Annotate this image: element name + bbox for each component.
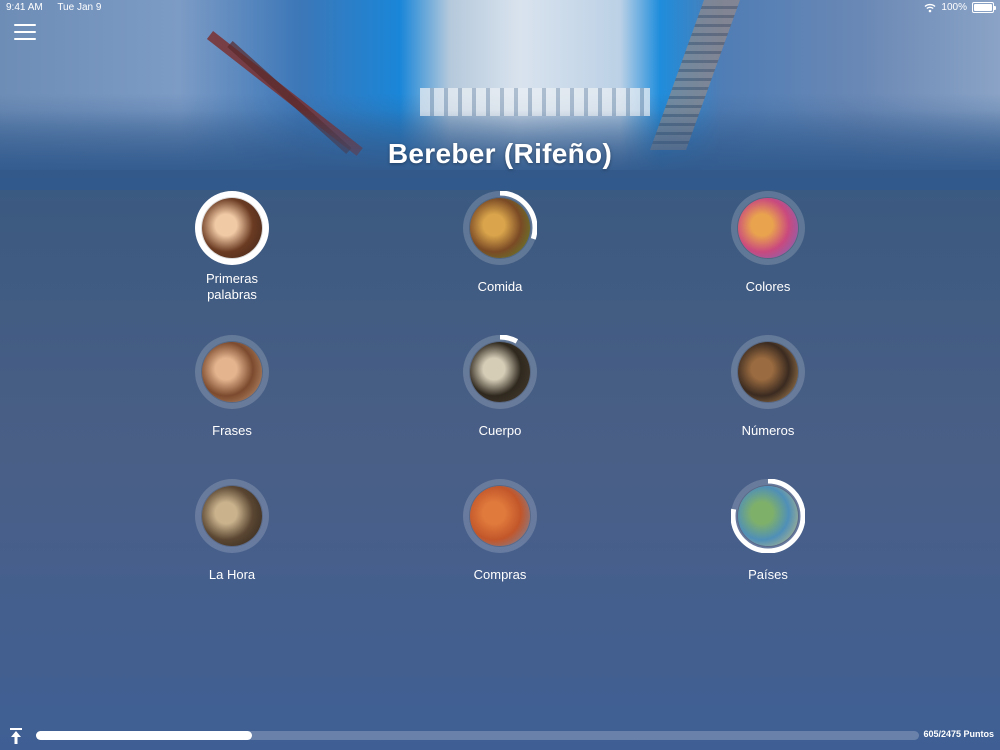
topic-item[interactable]: Colores [698, 191, 838, 295]
map-photo [738, 486, 798, 546]
topic-progress-ring [195, 335, 269, 409]
color-powder-photo [738, 198, 798, 258]
skeleton-photo [470, 342, 530, 402]
status-date: Tue Jan 9 [57, 2, 102, 13]
topic-progress-ring [463, 191, 537, 265]
topic-label: La Hora [208, 567, 256, 582]
topic-item[interactable]: Países [698, 479, 838, 583]
topic-progress-ring [731, 335, 805, 409]
topic-progress-ring [731, 479, 805, 553]
topic-label: Comida [477, 279, 523, 294]
status-time: 9:41 AM [6, 2, 43, 13]
points-progress-fill [36, 731, 252, 740]
topic-item[interactable]: Frases [162, 335, 302, 439]
woman-photo [202, 342, 262, 402]
topic-label: Compras [473, 567, 527, 582]
page-title: Bereber (Rifeño) [387, 138, 613, 169]
points-label: 605/2475 Puntos [923, 729, 994, 739]
topic-progress-ring [463, 479, 537, 553]
topic-item[interactable]: Cuerpo [430, 335, 570, 439]
topic-item[interactable]: Comida [430, 191, 570, 295]
shopping-cart-photo [470, 486, 530, 546]
topic-label: Números [741, 423, 795, 438]
topic-label: Primeras palabras [205, 271, 258, 302]
topic-item[interactable]: Primeras palabras [162, 191, 302, 303]
topic-progress-ring [195, 479, 269, 553]
wifi-icon [924, 3, 936, 13]
burger-photo [470, 198, 530, 258]
alarm-clock-photo [202, 486, 262, 546]
battery-icon [972, 2, 996, 13]
battery-percent: 100% [941, 2, 967, 13]
topic-label: Colores [745, 279, 791, 294]
topic-item[interactable]: Compras [430, 479, 570, 583]
menu-icon[interactable] [14, 24, 36, 42]
topic-item[interactable]: La Hora [162, 479, 302, 583]
footer-bar: 605/2475 Puntos [0, 724, 1000, 750]
topic-progress-ring [463, 335, 537, 409]
topic-progress-ring [731, 191, 805, 265]
child-photo [202, 198, 262, 258]
topic-label: Frases [212, 423, 252, 438]
numbers-photo [738, 342, 798, 402]
topic-item[interactable]: Números [698, 335, 838, 439]
points-progress-bar [36, 731, 919, 740]
status-bar: 9:41 AM Tue Jan 9 100% [0, 0, 1000, 16]
topic-progress-ring [195, 191, 269, 265]
topic-label: Países [748, 567, 788, 582]
scroll-to-top-icon[interactable] [8, 727, 24, 745]
topic-label: Cuerpo [478, 423, 522, 438]
